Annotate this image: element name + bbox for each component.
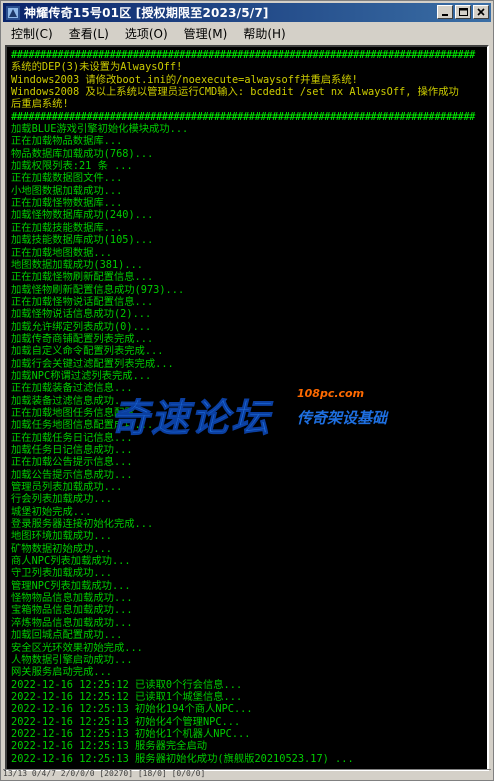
console-line: 守卫列表加载成功... bbox=[11, 567, 112, 580]
console-line: 正在加载怪物刷新配置信息... bbox=[11, 271, 154, 284]
menu-options[interactable]: 选项(O) bbox=[117, 25, 176, 42]
console-line: Windows2008 及以上系统以管理员运行CMD输入: bcdedit /s… bbox=[11, 86, 459, 99]
console-line: 2022-12-16 12:25:13 初始化4个管理NPC... bbox=[11, 715, 241, 728]
watermark-sub: 传奇架设基础 bbox=[297, 409, 388, 427]
console-line: Windows2003 请修改boot.ini的/noexecute=alway… bbox=[11, 73, 358, 86]
maximize-button[interactable] bbox=[455, 5, 471, 19]
console-line: 安全区光环效果初始完成... bbox=[11, 641, 143, 654]
console-line: 商人NPC列表加载成功... bbox=[11, 555, 131, 568]
menu-help[interactable]: 帮助(H) bbox=[235, 25, 293, 42]
console-line: 加载任务日记信息成功... bbox=[11, 444, 133, 456]
console-line: 正在加载公告提示信息... bbox=[11, 456, 133, 469]
status-bar: 13/13 0/4/7 2/0/0/0 [20270] [18/0] [0/0/… bbox=[3, 769, 491, 778]
console-line: 加载BLUE游戏引擎初始化模块成功... bbox=[11, 123, 189, 136]
console-line: 2022-12-16 12:25:12 已读取0个行会信息... bbox=[11, 678, 243, 691]
console-line: 管理NPC列表加载成功... bbox=[11, 579, 131, 592]
console-line: 宝箱物品信息加载成功... bbox=[11, 604, 133, 617]
watermark-main: 奇速论坛 bbox=[110, 396, 272, 441]
minimize-button[interactable] bbox=[437, 5, 453, 19]
console-line: 正在加载数据图文件... bbox=[11, 172, 123, 185]
watermark-domain: 108pc.com bbox=[297, 387, 365, 400]
app-icon bbox=[6, 5, 20, 20]
console-line: 矿物数据初始成功... bbox=[11, 542, 112, 555]
console-line: 加载自定义命令配置列表完成... bbox=[11, 345, 164, 358]
console-line: 正在加载技能数据库... bbox=[11, 221, 123, 234]
console-line: 2022-12-16 12:25:12 已读取1个城堡信息... bbox=[11, 690, 243, 703]
console-line: 加载怪物刷新配置信息成功(973)... bbox=[11, 283, 185, 296]
console-line: 地图环境加载成功... bbox=[11, 530, 112, 543]
watermark: 奇速论坛 108pc.com 传奇架设基础 bbox=[110, 387, 411, 441]
console-line: 小地图数据加载成功... bbox=[11, 184, 123, 197]
console-line: 2022-12-16 12:25:13 初始化1个机器人NPC... bbox=[11, 727, 251, 740]
console-line: 加载允许绑定列表成功(0)... bbox=[11, 320, 152, 333]
console-line: 加载传奇商铺配置列表完成... bbox=[11, 332, 154, 345]
console-separator: ########################################… bbox=[11, 49, 475, 61]
console-line: 加载NPC称谓过滤列表完成... bbox=[11, 369, 152, 382]
console-line: 加载回城点配置成功... bbox=[11, 629, 123, 642]
console-line: 正在加载怪物数据库... bbox=[11, 197, 123, 210]
console-line: 加载公告提示信息成功... bbox=[11, 468, 133, 481]
console-line: 登录服务器连接初始化完成... bbox=[11, 518, 154, 531]
console-separator: ########################################… bbox=[11, 110, 475, 123]
console-line: 2022-12-16 12:25:13 服务器完全启动 bbox=[11, 740, 208, 753]
console-line: 管理员列表加载成功... bbox=[11, 481, 123, 494]
console-line: 加载怪物数据库成功(240)... bbox=[11, 209, 154, 222]
console-line: 2022-12-16 12:25:13 服务器初始化成功(旗舰版20210523… bbox=[11, 752, 354, 765]
close-button[interactable] bbox=[473, 5, 489, 19]
console-line: 网关服务启动完成... bbox=[11, 666, 112, 679]
console-line: 加载权限列表:21 条 ... bbox=[11, 160, 133, 173]
maximize-icon bbox=[458, 8, 468, 16]
menu-bar: 控制(C) 查看(L) 选项(O) 管理(M) 帮助(H) bbox=[3, 23, 491, 43]
menu-manage[interactable]: 管理(M) bbox=[176, 25, 236, 42]
minimize-icon bbox=[442, 14, 448, 16]
console-line: 正在加载物品数据库... bbox=[11, 135, 123, 148]
window-title: 神耀传奇15号01区 [授权期限至2023/5/7] bbox=[24, 6, 269, 20]
server-window: 神耀传奇15号01区 [授权期限至2023/5/7] 控制(C) 查看(L) 选… bbox=[0, 0, 494, 781]
console-line: 怪物物品信息加载成功... bbox=[11, 592, 133, 605]
console-line: 正在加载怪物说话配置信息... bbox=[11, 295, 154, 308]
console-log[interactable]: ########################################… bbox=[5, 45, 489, 771]
console-line: 正在加载地图数据... bbox=[11, 246, 112, 259]
menu-control[interactable]: 控制(C) bbox=[3, 25, 61, 42]
console-line: 加载行会关键过滤配置列表完成... bbox=[11, 357, 174, 370]
console-line: 行会列表加载成功... bbox=[11, 493, 112, 506]
console-line: 后重启系统! bbox=[11, 98, 69, 111]
console-line: 物品数据库加载成功(768)... bbox=[11, 147, 154, 160]
console-line: 系统的DEP(3)未设置为AlwaysOff! bbox=[11, 61, 183, 74]
console-line: 2022-12-16 12:25:13 初始化194个商人NPC... bbox=[11, 703, 253, 716]
title-bar[interactable]: 神耀传奇15号01区 [授权期限至2023/5/7] bbox=[3, 3, 491, 22]
console-line: 城堡初始完成... bbox=[11, 505, 92, 518]
console-line: 加载怪物说话信息成功(2)... bbox=[11, 308, 152, 321]
console-line: 加载技能数据库成功(105)... bbox=[11, 234, 154, 247]
console-line: 人物数据引擎启动成功... bbox=[11, 653, 133, 666]
menu-view[interactable]: 查看(L) bbox=[61, 25, 117, 42]
console-line: 淬炼物品信息加载成功... bbox=[11, 616, 133, 629]
close-icon bbox=[477, 8, 485, 16]
console-line: 地图数据加载成功(381)... bbox=[11, 258, 143, 271]
